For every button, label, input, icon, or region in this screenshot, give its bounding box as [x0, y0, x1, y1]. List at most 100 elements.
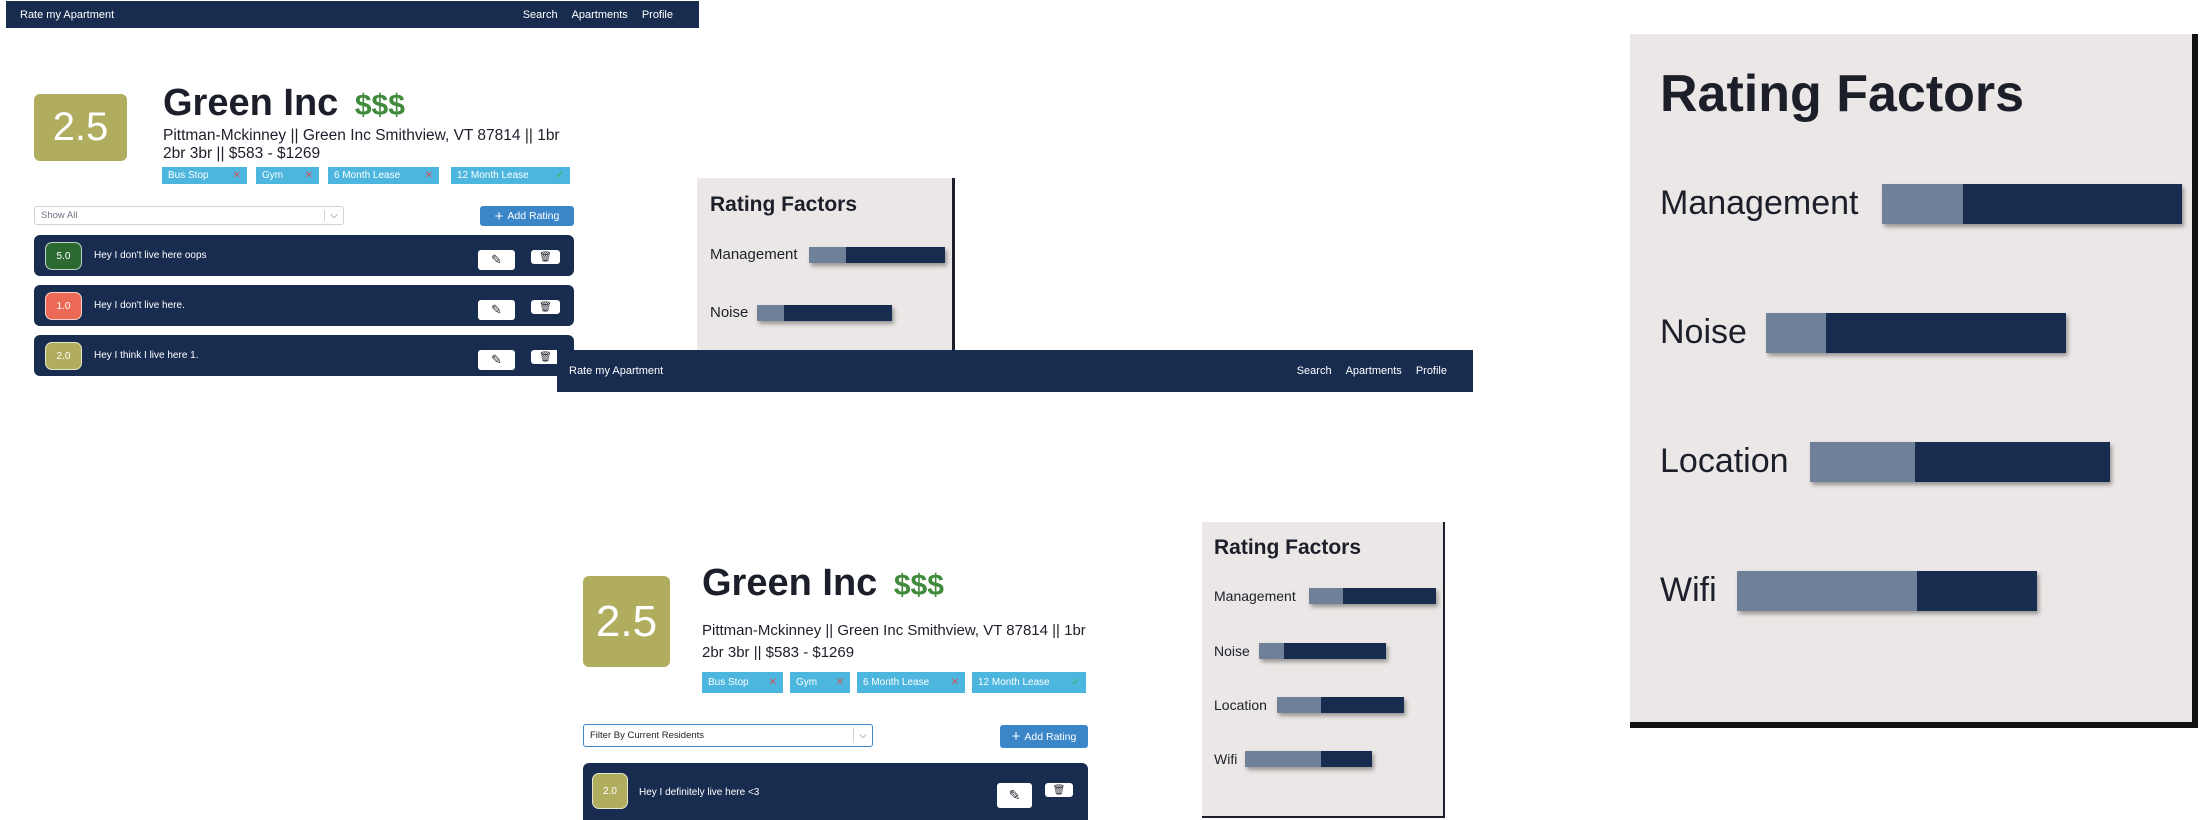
factor-location-label: Location	[1660, 442, 1789, 480]
chevron-down-icon: ⌵	[853, 728, 872, 743]
address-line-2: 2br 3br || $583 - $1269	[702, 644, 855, 661]
close-icon: ✕	[950, 677, 959, 688]
factor-noise-label: Noise	[1214, 643, 1250, 659]
add-rating-button[interactable]: + Add Rating	[1000, 725, 1088, 748]
pencil-icon: ✎	[491, 352, 502, 367]
nav-apartments-link[interactable]: Apartments	[572, 9, 628, 21]
factor-location-fill	[1277, 697, 1322, 713]
review-score: 5.0	[56, 250, 71, 262]
factor-wifi-fill	[1245, 751, 1322, 767]
review-card: 5.0 Hey I don't live here oops ✎ 🗑	[34, 235, 574, 276]
close-icon: ✕	[232, 170, 241, 181]
apartment-price: $$$	[354, 89, 405, 122]
chevron-down-icon: ⌵	[324, 209, 343, 222]
rating-factors-title: Rating Factors	[1214, 536, 1362, 559]
tag-gym: Gym ✕	[256, 167, 319, 184]
review-text: Hey I definitely live here <3	[639, 787, 760, 798]
navbar-2: Rate my Apartment Search Apartments Prof…	[557, 350, 1473, 392]
apartment-score-badge: 2.5	[583, 576, 670, 667]
delete-button[interactable]: 🗑	[531, 250, 560, 264]
filter-value: Show All	[41, 210, 78, 221]
trash-icon: 🗑	[539, 301, 552, 313]
close-icon: ✕	[424, 170, 433, 181]
apartment-name: Green Inc	[702, 562, 878, 604]
plus-icon: +	[1011, 728, 1021, 745]
pencil-icon: ✎	[491, 252, 502, 267]
factor-noise-label: Noise	[1660, 313, 1747, 351]
factor-management-label: Management	[1660, 184, 1859, 222]
pencil-icon: ✎	[491, 302, 502, 317]
tag-12-month-lease: 12 Month Lease ✓	[451, 167, 570, 184]
tag-gym: Gym ✕	[790, 672, 850, 693]
tag-label: 6 Month Lease	[863, 677, 930, 688]
address-line-2: 2br 3br || $583 - $1269	[163, 145, 321, 162]
address-line-1: Pittman-Mckinney || Green Inc Smithview,…	[163, 127, 560, 144]
add-rating-label: Add Rating	[1024, 730, 1077, 743]
trash-icon: 🗑	[1052, 784, 1066, 796]
tag-bus-stop: Bus Stop ✕	[162, 167, 247, 184]
review-score-badge: 2.0	[45, 342, 82, 370]
factor-management-fill	[1309, 588, 1344, 604]
factor-noise-label: Noise	[710, 304, 749, 321]
close-icon: ✕	[835, 677, 844, 688]
factor-noise-fill	[757, 305, 784, 321]
tag-label: Bus Stop	[708, 677, 749, 688]
factor-management-label: Management	[1214, 588, 1296, 604]
delete-button[interactable]: 🗑	[531, 300, 560, 314]
brand-link[interactable]: Rate my Apartment	[20, 9, 114, 21]
tag-label: Gym	[796, 677, 818, 688]
nav-links: Search Apartments Profile	[523, 9, 673, 21]
address-line-1: Pittman-Mckinney || Green Inc Smithview,…	[702, 622, 1086, 639]
review-score: 2.0	[56, 350, 71, 362]
apartment-price: $$$	[893, 569, 944, 602]
amenity-tags-2: Bus Stop ✕ Gym ✕ 6 Month Lease ✕ 12 Month L…	[702, 672, 1102, 693]
nav-profile-link[interactable]: Profile	[1416, 365, 1447, 377]
review-card: 1.0 Hey I don't live here. ✎ 🗑	[34, 285, 574, 326]
apartment-address: Pittman-Mckinney || Green Inc Smithview,…	[702, 620, 1102, 664]
rating-factors-title: Rating Factors	[710, 193, 858, 216]
factor-wifi-bar	[1737, 571, 2037, 611]
apartment-address: Pittman-Mckinney || Green Inc Smithview,…	[163, 127, 578, 163]
factor-management-bar	[1309, 588, 1436, 604]
check-icon: ✓	[1071, 677, 1080, 688]
trash-icon: 🗑	[539, 351, 552, 363]
close-icon: ✕	[768, 677, 777, 688]
nav-apartments-link[interactable]: Apartments	[1346, 365, 1402, 377]
factor-wifi-label: Wifi	[1660, 571, 1717, 609]
nav-search-link[interactable]: Search	[1297, 365, 1332, 377]
pencil-icon: ✎	[1008, 787, 1021, 803]
trash-icon: 🗑	[539, 251, 552, 263]
factor-management-label: Management	[710, 246, 798, 263]
nav-search-link[interactable]: Search	[523, 9, 558, 21]
nav-links: Search Apartments Profile	[1297, 365, 1447, 377]
edit-button[interactable]: ✎	[478, 300, 515, 320]
delete-button[interactable]: 🗑	[531, 350, 560, 364]
review-filter-select[interactable]: Filter By Current Residents ⌵	[583, 724, 873, 747]
rating-factors-panel-small: Rating Factors Management Noise	[697, 178, 955, 350]
check-icon: ✓	[555, 170, 564, 181]
review-filter-select[interactable]: Show All ⌵	[34, 206, 344, 225]
edit-button[interactable]: ✎	[478, 250, 515, 270]
tag-bus-stop: Bus Stop ✕	[702, 672, 783, 693]
delete-button[interactable]: 🗑	[1045, 783, 1073, 797]
edit-button[interactable]: ✎	[997, 783, 1032, 808]
apartment-score-badge: 2.5	[34, 94, 127, 161]
review-score: 1.0	[56, 300, 71, 312]
factor-management-bar	[1882, 184, 2182, 224]
rating-factors-panel-large: Rating Factors Management Noise Location…	[1630, 34, 2198, 728]
brand-link[interactable]: Rate my Apartment	[569, 365, 663, 377]
factor-noise-bar	[757, 305, 892, 321]
tag-6-month-lease: 6 Month Lease ✕	[328, 167, 439, 184]
factor-noise-fill	[1766, 313, 1826, 353]
add-rating-button[interactable]: + Add Rating	[480, 206, 574, 226]
nav-profile-link[interactable]: Profile	[642, 9, 673, 21]
edit-button[interactable]: ✎	[478, 350, 515, 370]
apartment-score: 2.5	[595, 596, 658, 646]
amenity-tags-1: Bus Stop ✕ Gym ✕ 6 Month Lease ✕ 12 Month L…	[162, 167, 582, 184]
review-text: Hey I don't live here.	[94, 300, 185, 311]
tag-12-month-lease: 12 Month Lease ✓	[972, 672, 1086, 693]
review-score-badge: 2.0	[592, 773, 628, 809]
factor-noise-bar	[1766, 313, 2066, 353]
rating-factors-title: Rating Factors	[1660, 65, 2025, 123]
factor-location-label: Location	[1214, 697, 1267, 713]
